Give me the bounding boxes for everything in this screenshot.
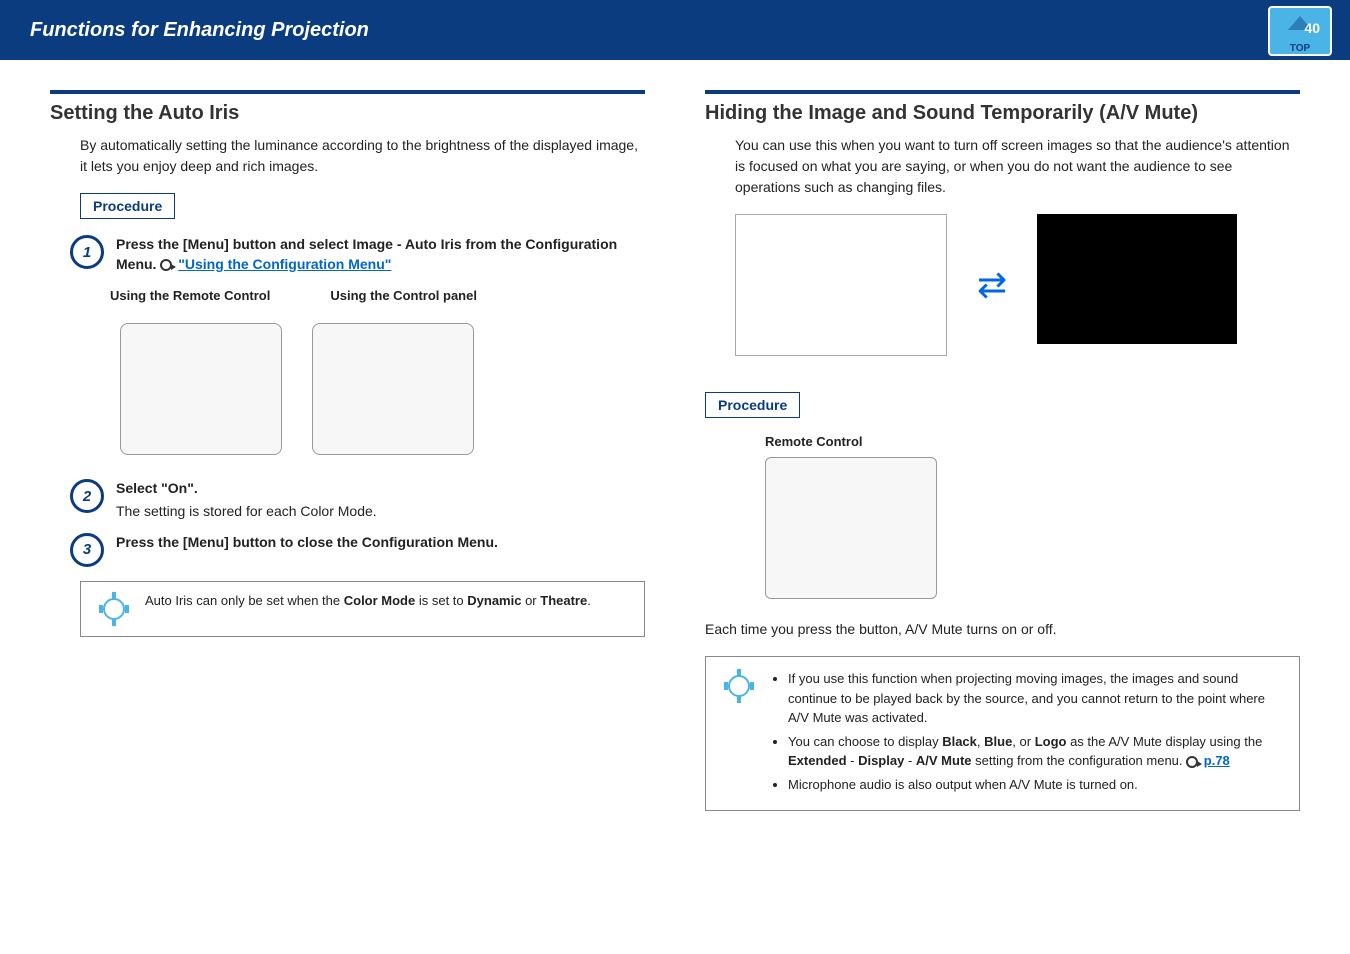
page-link-78[interactable]: p.78 [1204, 753, 1230, 768]
step2-instruction: Select "On". [116, 479, 645, 499]
tip-text: Auto Iris can only be set when the Color… [145, 592, 591, 611]
caption-remote-right: Remote Control [765, 434, 1300, 449]
note-2: You can choose to display Black, Blue, o… [788, 732, 1283, 771]
top-badge[interactable]: TOP [1268, 6, 1332, 56]
section-title-avmute: Hiding the Image and Sound Temporarily (… [705, 102, 1300, 125]
avmute-intro: You can use this when you want to turn o… [705, 135, 1300, 198]
step-number-2: 2 [70, 479, 104, 513]
header-title: Functions for Enhancing Projection [30, 19, 369, 42]
section-title-auto-iris: Setting the Auto Iris [50, 102, 645, 125]
notes-box: If you use this function when projecting… [705, 656, 1300, 811]
caption-remote: Using the Remote Control [110, 288, 270, 303]
step-number-1: 1 [70, 235, 104, 269]
separator [705, 90, 1300, 94]
step-1: 1 Press the [Menu] button and select Ima… [70, 235, 645, 274]
step-2: 2 Select "On". The setting is stored for… [70, 479, 645, 519]
remote-control-image [120, 323, 282, 455]
separator [50, 90, 645, 94]
procedure-label: Procedure [705, 392, 800, 418]
right-column: Hiding the Image and Sound Temporarily (… [705, 90, 1300, 811]
remote-image-right [765, 457, 937, 599]
intro-text: By automatically setting the luminance a… [50, 135, 645, 177]
tip-box: Auto Iris can only be set when the Color… [80, 581, 645, 637]
pointer-icon [160, 259, 172, 271]
config-menu-link[interactable]: "Using the Configuration Menu" [178, 256, 391, 272]
step2-note: The setting is stored for each Color Mod… [116, 503, 645, 519]
step1-instruction: Press the [Menu] button and select Image… [116, 236, 617, 272]
step-3: 3 Press the [Menu] button to close the C… [70, 533, 645, 567]
procedure-label: Procedure [80, 193, 175, 219]
screen-off-image [1037, 214, 1237, 344]
note-1: If you use this function when projecting… [788, 669, 1283, 728]
caption-panel: Using the Control panel [330, 288, 477, 303]
page-number: 40 [1304, 20, 1320, 36]
pointer-icon [1186, 756, 1198, 768]
tip-icon [97, 592, 131, 626]
step3-instruction: Press the [Menu] button to close the Con… [116, 533, 645, 553]
left-column: Setting the Auto Iris By automatically s… [50, 90, 645, 811]
control-panel-image [312, 323, 474, 455]
screen-on-image [735, 214, 947, 356]
note-3: Microphone audio is also output when A/V… [788, 775, 1283, 795]
notes-list: If you use this function when projecting… [770, 669, 1283, 798]
page-header: Functions for Enhancing Projection TOP 4… [0, 0, 1350, 60]
avmute-body: Each time you press the button, A/V Mute… [705, 619, 1300, 640]
step-number-3: 3 [70, 533, 104, 567]
double-arrow-icon: ⇄ [977, 264, 1007, 306]
tip-icon [722, 669, 756, 703]
